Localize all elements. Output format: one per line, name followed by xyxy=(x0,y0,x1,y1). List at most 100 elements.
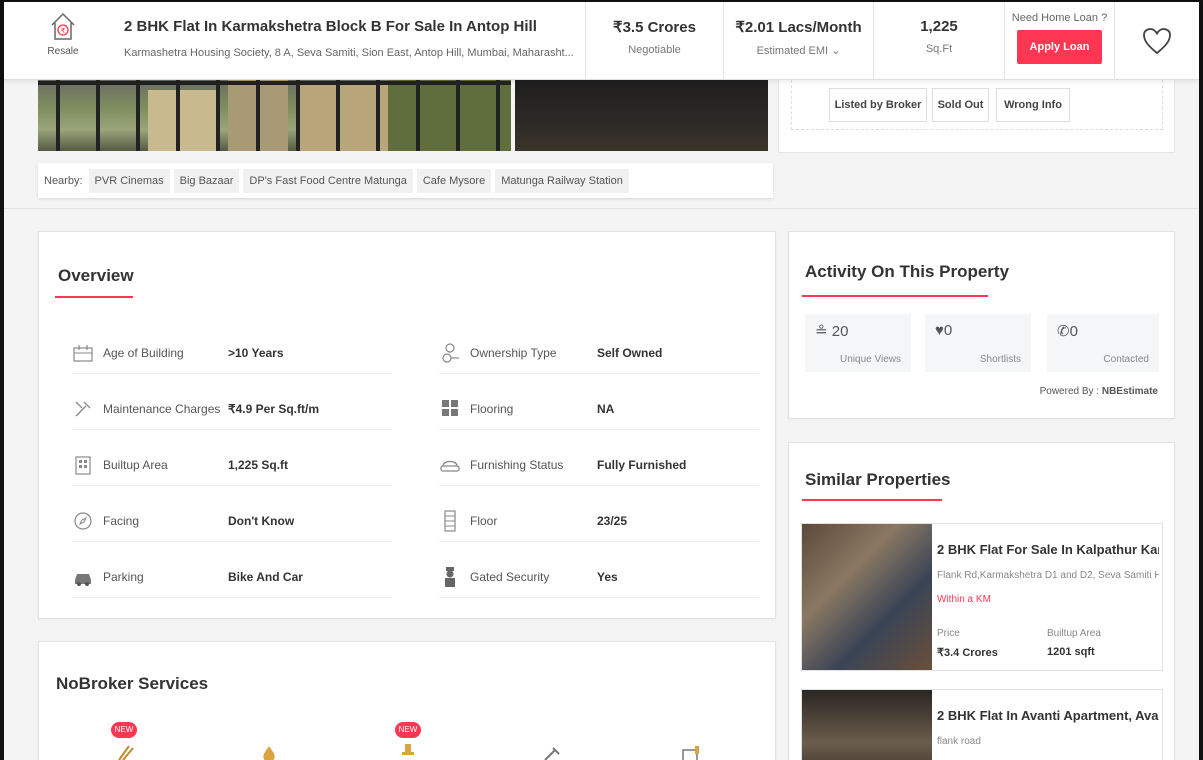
similar-title: Similar Properties xyxy=(805,470,951,489)
unique-views-count: ≗ 20 xyxy=(815,323,849,340)
report-tags-box: Listed by Broker Sold Out Wrong Info xyxy=(791,80,1163,130)
overview-key: Maintenance Charges xyxy=(103,402,221,416)
nearby-chip[interactable]: DP's Fast Food Centre Matunga xyxy=(243,168,413,193)
unique-views-label: Unique Views xyxy=(840,354,901,365)
similar-property-photo[interactable] xyxy=(802,524,932,670)
overview-key: Floor xyxy=(470,514,498,528)
overview-row: Furnishing Status Fully Furnished xyxy=(439,446,759,486)
contacted-stat: ✆0 Contacted xyxy=(1047,314,1159,372)
similar-properties-card: Similar Properties 2 BHK Flat For Sale I… xyxy=(788,442,1175,760)
similar-property-title[interactable]: 2 BHK Flat In Avanti Apartment, Avanti .… xyxy=(937,708,1159,723)
nearby-chip[interactable]: Matunga Railway Station xyxy=(495,168,629,193)
resale-label: Resale xyxy=(47,46,79,57)
services-title: NoBroker Services xyxy=(56,674,209,693)
similar-property-title[interactable]: 2 BHK Flat For Sale In Kalpathur Karma..… xyxy=(937,542,1159,557)
security-guard-icon xyxy=(445,567,455,587)
shortlists-stat: ♥0 Shortlists xyxy=(925,314,1031,372)
rent-agreement-service-icon[interactable] xyxy=(679,744,703,760)
overview-value: Don't Know xyxy=(228,514,295,528)
nearby-label: Nearby: xyxy=(44,174,83,187)
similar-property-photo[interactable] xyxy=(802,690,932,760)
tools-service-icon[interactable] xyxy=(539,744,563,760)
wrong-info-tag[interactable]: Wrong Info xyxy=(996,88,1070,122)
nearby-chip[interactable]: PVR Cinemas xyxy=(88,168,170,193)
contacted-label: Contacted xyxy=(1103,354,1149,365)
owner-icon xyxy=(442,343,459,363)
emi-dropdown[interactable]: Estimated EMI ⌄ xyxy=(724,44,873,57)
activity-title: Activity On This Property xyxy=(805,262,1010,281)
overview-row: Age of Building >10 Years xyxy=(72,334,392,374)
overview-card: Overview Age of Building >10 Years Maint… xyxy=(38,231,776,619)
activity-underline xyxy=(802,295,988,297)
report-panel: Listed by Broker Sold Out Wrong Info xyxy=(778,80,1175,153)
property-photo-interior[interactable] xyxy=(515,80,768,151)
similar-property-address: Flank Rd,Karmakshetra D1 and D2, Seva Sa… xyxy=(937,570,1159,581)
tools-icon xyxy=(75,401,91,417)
similar-property-card[interactable]: 2 BHK Flat For Sale In Kalpathur Karma..… xyxy=(801,523,1163,671)
overview-key: Facing xyxy=(103,514,140,528)
home-loan-cell: Need Home Loan ? Apply Loan xyxy=(1004,2,1114,80)
powered-by: Powered By : NBEstimate xyxy=(1040,386,1158,397)
powered-by-label: Powered By : xyxy=(1039,386,1100,397)
property-header: ₹ Resale 2 BHK Flat In Karmakshetra Bloc… xyxy=(4,2,1199,80)
emi-cell[interactable]: ₹2.01 Lacs/Month Estimated EMI ⌄ xyxy=(723,2,873,80)
painting-service-icon[interactable] xyxy=(396,742,420,760)
compass-icon xyxy=(74,512,92,530)
window-frame-left xyxy=(0,0,4,760)
heart-icon: ♥ xyxy=(935,322,944,339)
area-unit: Sq.Ft xyxy=(925,43,953,55)
overview-value: NA xyxy=(597,402,615,416)
similar-property-distance: Within a KM xyxy=(937,594,991,605)
apply-loan-button[interactable]: Apply Loan xyxy=(1016,30,1103,64)
listed-by-broker-tag[interactable]: Listed by Broker xyxy=(829,88,927,122)
nearby-chip[interactable]: Cafe Mysore xyxy=(416,168,492,193)
title-block: 2 BHK Flat In Karmakshetra Block B For S… xyxy=(124,18,584,59)
new-badge: NEW xyxy=(111,722,137,738)
shortlists-count: ♥0 xyxy=(935,322,953,339)
similar-property-address: flank road xyxy=(937,736,981,747)
services-card: NoBroker Services NEW NEW xyxy=(38,641,776,760)
phone-icon: ✆ xyxy=(1057,323,1070,340)
cleaning-service-icon[interactable] xyxy=(115,742,139,760)
overview-key: Gated Security xyxy=(470,570,550,584)
overview-value: Yes xyxy=(597,570,618,584)
overview-key: Ownership Type xyxy=(470,346,557,360)
overview-value: 23/25 xyxy=(597,514,628,528)
overview-underline xyxy=(55,296,133,298)
balcony-railing-graphic xyxy=(38,80,511,151)
powered-by-brand: NBEstimate xyxy=(1101,386,1158,397)
emi-value: ₹2.01 Lacs/Month xyxy=(735,19,862,36)
section-divider xyxy=(4,208,1199,209)
shortlist-button[interactable] xyxy=(1114,2,1199,80)
price-label: Price xyxy=(937,628,960,639)
overview-key: Furnishing Status xyxy=(470,458,564,472)
calendar-icon xyxy=(73,345,93,362)
svg-text:₹: ₹ xyxy=(61,27,66,35)
flooring-icon xyxy=(442,400,458,416)
window-frame-right xyxy=(1199,0,1203,760)
overview-title: Overview xyxy=(58,266,134,285)
property-photo-balcony[interactable] xyxy=(38,80,511,151)
sold-out-tag[interactable]: Sold Out xyxy=(932,88,989,122)
price-cell: ₹3.5 Crores Negotiable xyxy=(585,2,723,80)
money-bag-service-icon[interactable] xyxy=(257,744,281,760)
overview-row: Facing Don't Know xyxy=(72,502,392,542)
overview-key: Builtup Area xyxy=(103,458,168,472)
photo-gallery[interactable] xyxy=(38,80,773,151)
overview-row: Gated Security Yes xyxy=(439,558,759,598)
unique-views-stat: ≗ 20 Unique Views xyxy=(805,314,911,372)
resale-badge: ₹ Resale xyxy=(38,12,88,57)
overview-row: Maintenance Charges ₹4.9 Per Sq.ft/m xyxy=(72,390,392,430)
builtup-area-value: 1201 sqft xyxy=(1047,646,1095,658)
overview-row: Ownership Type Self Owned xyxy=(439,334,759,374)
car-icon xyxy=(75,574,91,586)
nearby-chip[interactable]: Big Bazaar xyxy=(173,168,240,193)
similar-underline xyxy=(802,499,942,501)
property-title: 2 BHK Flat In Karmakshetra Block B For S… xyxy=(124,18,537,35)
overview-row: Flooring NA xyxy=(439,390,759,430)
overview-value: >10 Years xyxy=(228,346,284,360)
loan-question: Need Home Loan ? xyxy=(1011,12,1108,24)
similar-property-card[interactable]: 2 BHK Flat In Avanti Apartment, Avanti .… xyxy=(801,689,1163,760)
floor-icon xyxy=(444,510,456,532)
building-icon xyxy=(75,456,91,475)
